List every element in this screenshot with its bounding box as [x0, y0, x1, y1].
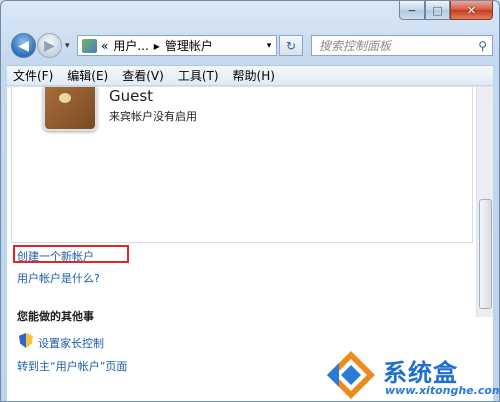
- search-placeholder: 搜索控制面板: [319, 39, 392, 53]
- watermark-brand: 系统盒: [383, 359, 458, 387]
- back-button[interactable]: ◀: [11, 33, 36, 58]
- menu-bar: 文件(F) 编辑(E) 查看(V) 工具(T) 帮助(H): [7, 65, 493, 85]
- address-dropdown-icon[interactable]: ▾: [262, 41, 276, 51]
- watermark-url: www.xitonghe.com: [385, 384, 500, 397]
- other-tasks-heading: 您能做的其他事: [17, 310, 94, 323]
- parental-controls-link[interactable]: 设置家长控制: [38, 335, 104, 351]
- breadcrumb-users[interactable]: 用户...: [113, 37, 148, 54]
- uac-shield-icon: [19, 333, 33, 348]
- minimize-button[interactable]: −: [399, 1, 425, 20]
- menu-file[interactable]: 文件(F): [13, 67, 53, 84]
- watermark-logo: [327, 351, 375, 399]
- maximize-button[interactable]: □: [425, 1, 450, 20]
- content-pane: Guest 来宾帐户没有启用 创建一个新帐户 用户帐户是什么? 您能做的其他事 …: [7, 86, 499, 401]
- scrollbar-thumb[interactable]: [479, 199, 492, 309]
- account-list: Guest 来宾帐户没有启用: [11, 87, 473, 243]
- close-button[interactable]: ✕: [450, 1, 493, 20]
- menu-help[interactable]: 帮助(H): [233, 67, 275, 84]
- breadcrumb-separator-icon[interactable]: ▸: [154, 39, 160, 53]
- guest-account-name[interactable]: Guest: [109, 87, 153, 105]
- menu-tools[interactable]: 工具(T): [178, 67, 219, 84]
- refresh-icon: ↻: [285, 38, 297, 53]
- menu-edit[interactable]: 编辑(E): [67, 67, 108, 84]
- forward-button[interactable]: ▶: [37, 33, 62, 58]
- main-user-accounts-link[interactable]: 转到主“用户帐户”页面: [17, 358, 127, 374]
- navigation-bar: ◀ ▶ ▾ « 用户... ▸ 管理帐户 ▾ ↻ 搜索控制面板 ⚲: [9, 30, 493, 60]
- create-account-link[interactable]: 创建一个新帐户: [17, 248, 94, 264]
- search-icon[interactable]: ⚲: [478, 39, 487, 53]
- forward-arrow-icon: ▶: [44, 37, 55, 54]
- refresh-button[interactable]: ↻: [279, 35, 303, 56]
- address-overflow[interactable]: «: [101, 39, 108, 53]
- menu-view[interactable]: 查看(V): [122, 67, 164, 84]
- search-input[interactable]: 搜索控制面板 ⚲: [311, 35, 493, 56]
- guest-account-status: 来宾帐户没有启用: [109, 110, 197, 123]
- close-icon: ✕: [466, 3, 477, 17]
- what-is-user-account-link[interactable]: 用户帐户是什么?: [17, 270, 100, 286]
- control-panel-icon: [82, 38, 97, 53]
- minimize-icon: −: [407, 3, 417, 17]
- window: − □ ✕ ◀ ▶ ▾ « 用户... ▸ 管理帐户 ▾ ↻ 搜索控制面板 ⚲ …: [0, 0, 500, 402]
- guest-avatar[interactable]: [43, 87, 97, 131]
- recent-pages-dropdown-icon[interactable]: ▾: [65, 41, 70, 51]
- back-arrow-icon: ◀: [18, 37, 29, 54]
- caption-buttons: − □ ✕: [399, 1, 493, 20]
- breadcrumb-manage-accounts[interactable]: 管理帐户: [165, 37, 213, 54]
- maximize-icon: □: [432, 3, 443, 17]
- address-bar[interactable]: « 用户... ▸ 管理帐户 ▾: [77, 35, 277, 56]
- vertical-scrollbar[interactable]: [476, 87, 493, 317]
